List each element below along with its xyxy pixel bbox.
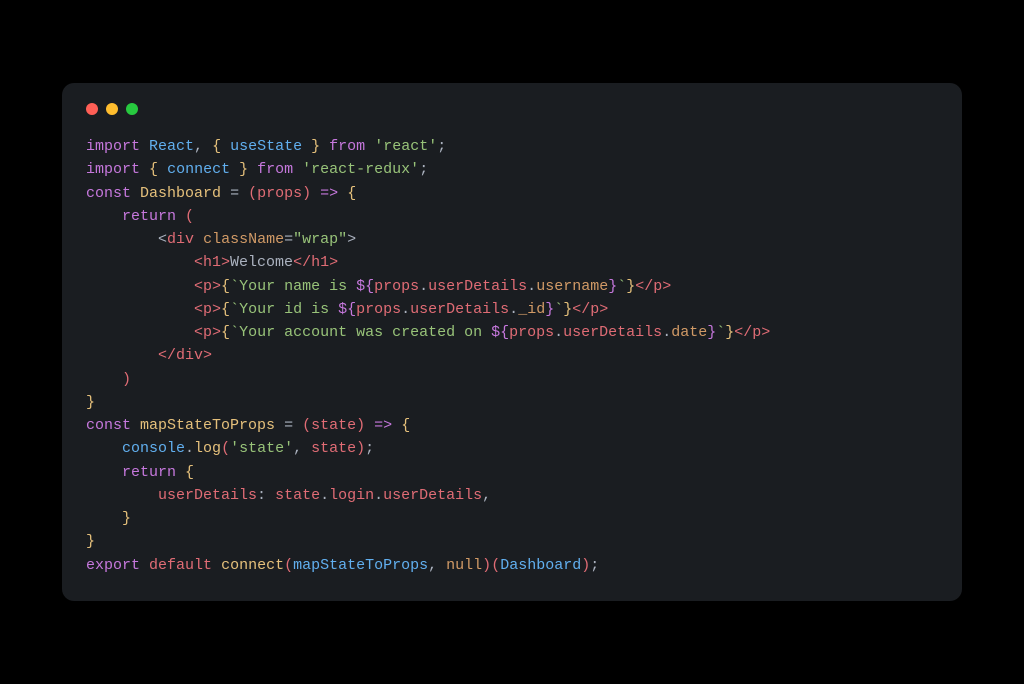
code-line-7: <p>{`Your name is ${props.userDetails.us… <box>86 278 671 295</box>
code-line-14: console.log('state', state); <box>86 440 374 457</box>
code-line-16: userDetails: state.login.userDetails, <box>86 487 491 504</box>
code-line-13: const mapStateToProps = (state) => { <box>86 417 410 434</box>
code-editor[interactable]: import React, { useState } from 'react';… <box>86 135 938 577</box>
window-controls <box>86 103 938 115</box>
code-line-17: } <box>86 510 131 527</box>
code-line-18: } <box>86 533 95 550</box>
code-line-8: <p>{`Your id is ${props.userDetails._id}… <box>86 301 608 318</box>
close-button[interactable] <box>86 103 98 115</box>
code-line-15: return { <box>86 464 194 481</box>
code-line-10: </div> <box>86 347 212 364</box>
maximize-button[interactable] <box>126 103 138 115</box>
code-line-9: <p>{`Your account was created on ${props… <box>86 324 770 341</box>
code-line-19: export default connect(mapStateToProps, … <box>86 557 599 574</box>
code-line-4: return ( <box>86 208 194 225</box>
code-line-6: <h1>Welcome</h1> <box>86 254 338 271</box>
code-window: import React, { useState } from 'react';… <box>62 83 962 601</box>
code-line-12: } <box>86 394 95 411</box>
code-line-3: const Dashboard = (props) => { <box>86 185 356 202</box>
code-line-5: <div className="wrap"> <box>86 231 356 248</box>
minimize-button[interactable] <box>106 103 118 115</box>
code-line-1: import React, { useState } from 'react'; <box>86 138 446 155</box>
code-line-11: ) <box>86 371 131 388</box>
code-line-2: import { connect } from 'react-redux'; <box>86 161 428 178</box>
